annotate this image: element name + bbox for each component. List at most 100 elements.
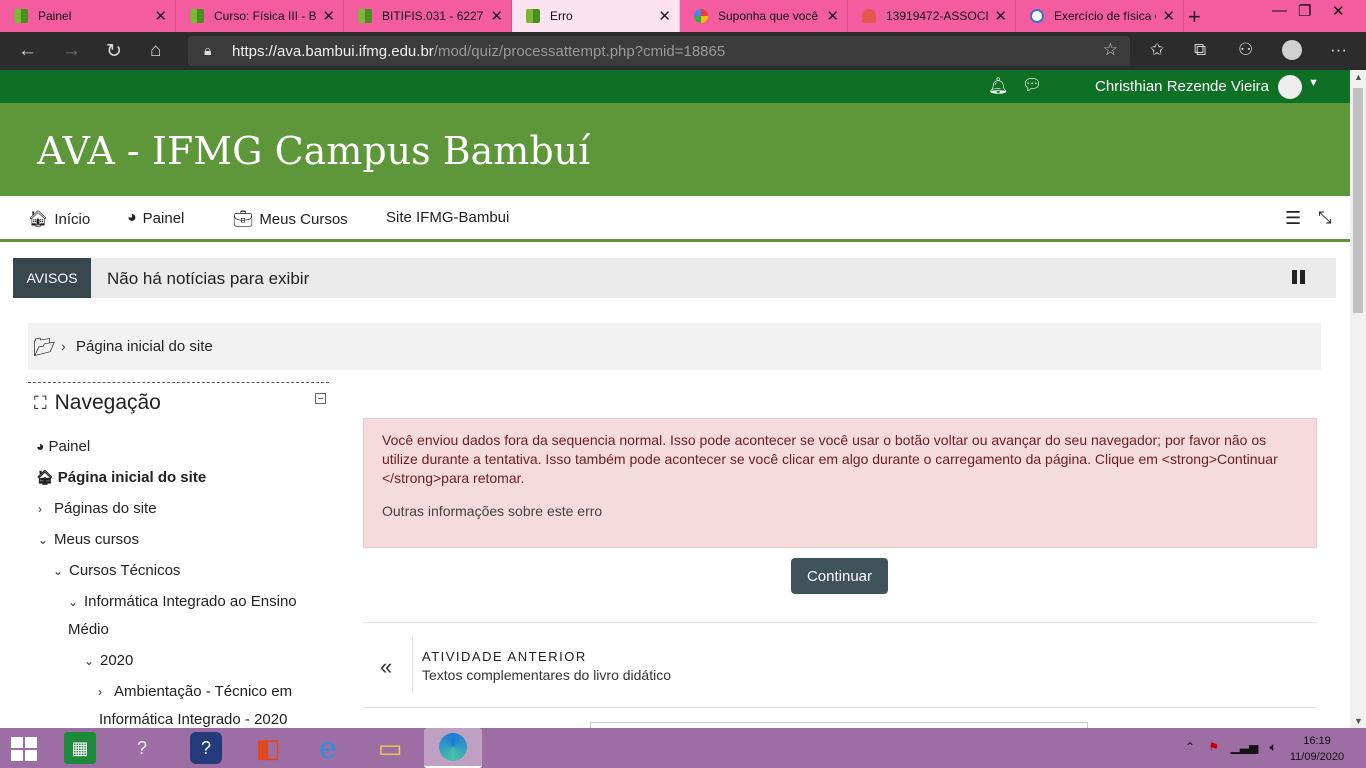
divider bbox=[412, 637, 413, 693]
tab-title: Painel bbox=[38, 9, 72, 23]
notifications-bell-icon[interactable]: 🔔︎ bbox=[988, 76, 1008, 96]
address-bar-row: ← → ↻ ⌂ 🔒︎ https://ava.bambui.ifmg.edu.b… bbox=[0, 32, 1366, 70]
tray-chevron-up-icon[interactable]: ⌃ bbox=[1185, 740, 1195, 754]
nav-item-paginas-do-site[interactable]: › Páginas do site bbox=[38, 500, 157, 517]
nav-item-2020[interactable]: ⌄ 2020 bbox=[84, 652, 133, 669]
taskbar-clock[interactable]: 16:19 11/09/2020 bbox=[1286, 733, 1348, 765]
scroll-up-icon[interactable]: ▲ bbox=[1354, 72, 1363, 82]
nav-item-label: Painel bbox=[48, 438, 91, 455]
user-menu-caret-icon[interactable]: ▼ bbox=[1308, 77, 1319, 89]
messages-chat-icon[interactable]: 💬︎ bbox=[1022, 75, 1042, 95]
breadcrumb-item[interactable]: Página inicial do site bbox=[76, 338, 213, 355]
browser-tab[interactable]: BITIFIS.031 - 62271: ✕ bbox=[344, 0, 512, 32]
nav-meus-cursos[interactable]: 💼︎ Meus Cursos bbox=[233, 209, 348, 229]
browser-tab[interactable]: Exercício de física e ✕ bbox=[1016, 0, 1184, 32]
help-app-icon[interactable]: ? bbox=[190, 732, 222, 764]
tab-close-icon[interactable]: ✕ bbox=[154, 7, 167, 25]
navigation-title-text: Navegação bbox=[54, 391, 161, 414]
tab-close-icon[interactable]: ✕ bbox=[994, 7, 1007, 25]
volume-icon[interactable]: 🔈︎ bbox=[1270, 740, 1277, 754]
profile-avatar-icon[interactable] bbox=[1282, 40, 1302, 60]
user-avatar[interactable] bbox=[1278, 75, 1302, 99]
refresh-icon[interactable]: ↻ bbox=[106, 40, 122, 63]
news-ticker: AVISOS Não há notícias para exibir bbox=[13, 258, 1336, 298]
new-tab-icon[interactable]: + bbox=[1188, 4, 1201, 30]
nav-item-label: Informática Integrado - 2020 bbox=[99, 711, 288, 727]
nav-item-meus-cursos[interactable]: ⌄ Meus cursos bbox=[38, 531, 139, 548]
navigation-title: ⛶ Navegação bbox=[34, 391, 161, 415]
nav-item-cursos-tecnicos[interactable]: ⌄ Cursos Técnicos bbox=[53, 562, 180, 579]
home-icon: 🏠︎ bbox=[28, 211, 49, 228]
site-header: AVA - IFMG Campus Bambuí bbox=[0, 103, 1350, 196]
url-field[interactable]: 🔒︎ https://ava.bambui.ifmg.edu.br/mod/qu… bbox=[188, 36, 1130, 66]
browser-tab-active[interactable]: Erro ✕ bbox=[512, 0, 680, 32]
tab-title: Suponha que você bbox=[718, 9, 819, 23]
nav-label: Painel bbox=[142, 209, 185, 227]
signal-icon[interactable]: ▁▃▅ bbox=[1231, 740, 1259, 754]
collapse-block-icon[interactable] bbox=[315, 393, 326, 404]
feedback-icon[interactable]: ⚇ bbox=[1238, 40, 1253, 60]
tab-close-icon[interactable]: ✕ bbox=[826, 7, 839, 25]
minimize-icon[interactable]: — bbox=[1272, 2, 1287, 19]
collections-icon[interactable]: ⧉ bbox=[1194, 40, 1206, 60]
home-icon[interactable]: ⌂ bbox=[150, 40, 161, 62]
nav-painel[interactable]: ◕ Painel bbox=[127, 209, 184, 227]
windows-start-icon[interactable] bbox=[11, 737, 37, 761]
error-alert: Você enviou dados fora da sequencia norm… bbox=[363, 418, 1317, 548]
tab-title: Erro bbox=[550, 9, 573, 23]
browser-tab[interactable]: Suponha que você ✕ bbox=[680, 0, 848, 32]
chevron-right-icon: › bbox=[61, 338, 66, 354]
toggle-sidebar-icon[interactable]: ☰ bbox=[1285, 208, 1301, 229]
edge-browser-icon[interactable] bbox=[424, 728, 482, 768]
help-bell-app-icon[interactable]: ? bbox=[126, 732, 158, 764]
favorites-icon[interactable]: ✩ bbox=[1150, 40, 1164, 60]
close-window-icon[interactable]: ✕ bbox=[1332, 2, 1345, 20]
nav-item-pagina-inicial[interactable]: 🏠︎ Página inicial do site bbox=[36, 469, 206, 486]
network-error-icon[interactable]: ⚑ bbox=[1208, 740, 1219, 754]
favorite-star-icon[interactable]: ☆ bbox=[1103, 40, 1118, 60]
home-icon: 🏠︎ bbox=[36, 469, 54, 485]
file-explorer-icon[interactable]: ▭ bbox=[374, 732, 406, 764]
tab-close-icon[interactable]: ✕ bbox=[490, 7, 503, 25]
dashboard-icon: ◕ bbox=[36, 438, 45, 454]
office-app-icon[interactable]: ◧ bbox=[252, 732, 284, 764]
nav-item-label: Cursos Técnicos bbox=[69, 562, 181, 579]
user-name[interactable]: Christhian Rezende Vieira bbox=[1095, 78, 1269, 95]
continue-button[interactable]: Continuar bbox=[791, 558, 888, 594]
graduation-cap-favicon-icon bbox=[862, 9, 876, 23]
tab-close-icon[interactable]: ✕ bbox=[1162, 7, 1175, 25]
more-menu-icon[interactable]: ··· bbox=[1330, 40, 1347, 60]
pause-icon[interactable] bbox=[1292, 270, 1306, 286]
error-more-info-link[interactable]: Outras informações sobre este erro bbox=[382, 503, 602, 519]
nav-label: Meus Cursos bbox=[259, 210, 348, 228]
sitemap-icon: ⛶ bbox=[34, 392, 47, 413]
restore-icon[interactable]: ❐ bbox=[1298, 2, 1311, 20]
browser-tab[interactable]: 13919472-ASSOCIA ✕ bbox=[848, 0, 1016, 32]
browser-tab-bar: Painel ✕ Curso: Física III - BI ✕ BITIFI… bbox=[0, 0, 1366, 32]
forward-icon[interactable]: → bbox=[62, 40, 81, 62]
scroll-down-icon[interactable]: ▼ bbox=[1354, 716, 1363, 726]
double-chevron-left-icon[interactable]: « bbox=[380, 654, 392, 680]
internet-explorer-icon[interactable]: e bbox=[312, 731, 344, 766]
nav-label: Início bbox=[54, 210, 91, 228]
nav-item-label: Meus cursos bbox=[54, 531, 140, 548]
nav-item-ambientacao-cont[interactable]: Informática Integrado - 2020 bbox=[99, 711, 287, 727]
nav-item-painel[interactable]: ◕ Painel bbox=[36, 438, 90, 455]
avisos-label: AVISOS bbox=[13, 258, 91, 298]
page-scrollbar[interactable]: ▲ ▼ bbox=[1350, 70, 1366, 728]
nav-inicio[interactable]: 🏠︎ Início bbox=[28, 209, 90, 229]
nav-item-informatica-integrado[interactable]: ⌄ Informática Integrado ao Ensino bbox=[68, 593, 297, 610]
nav-item-informatica-integrado-cont[interactable]: Médio bbox=[68, 621, 109, 638]
nav-item-ambientacao[interactable]: › Ambientação - Técnico em bbox=[98, 683, 292, 700]
compress-icon[interactable]: ⤡ bbox=[1318, 208, 1332, 228]
scrollbar-thumb[interactable] bbox=[1353, 88, 1363, 313]
divider bbox=[363, 622, 1317, 623]
browser-tab[interactable]: Painel ✕ bbox=[0, 0, 176, 32]
store-app-icon[interactable]: ▦ bbox=[64, 732, 96, 764]
nav-site-ifmg[interactable]: Site IFMG-Bambui bbox=[386, 209, 509, 226]
prev-activity-link[interactable]: Textos complementares do livro didático bbox=[422, 667, 671, 683]
tab-close-icon[interactable]: ✕ bbox=[322, 7, 335, 25]
tab-close-icon[interactable]: ✕ bbox=[658, 7, 671, 25]
back-icon[interactable]: ← bbox=[18, 40, 37, 62]
browser-tab[interactable]: Curso: Física III - BI ✕ bbox=[176, 0, 344, 32]
